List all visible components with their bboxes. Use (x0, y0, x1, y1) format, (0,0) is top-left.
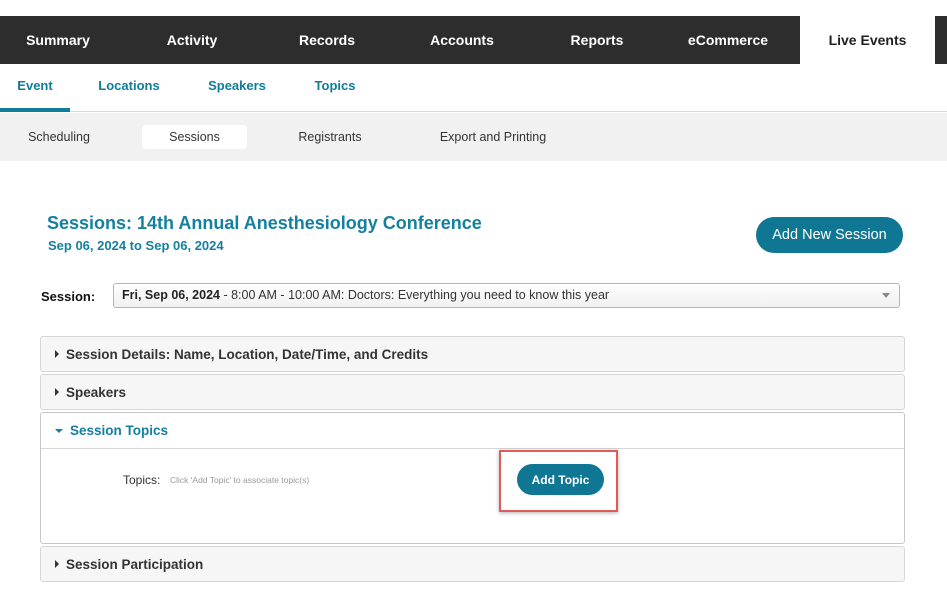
top-tab-records[interactable]: Records (268, 16, 386, 64)
top-tab-reports[interactable]: Reports (538, 16, 656, 64)
top-tab-summary[interactable]: Summary (0, 16, 116, 64)
session-select[interactable]: Fri, Sep 06, 2024 - 8:00 AM - 10:00 AM: … (113, 283, 900, 308)
panel-speakers-header[interactable]: Speakers (41, 375, 904, 409)
top-nav-edge (935, 16, 947, 64)
panel-session-details-header[interactable]: Session Details: Name, Location, Date/Ti… (41, 337, 904, 371)
caret-right-icon (55, 350, 59, 358)
panel-session-topics-header[interactable]: Session Topics (41, 413, 904, 449)
top-tab-ecommerce[interactable]: eCommerce (656, 16, 800, 64)
session-select-date: Fri, Sep 06, 2024 (122, 288, 220, 302)
top-tab-live-events[interactable]: Live Events (800, 16, 935, 64)
sub-tab-speakers[interactable]: Speakers (201, 64, 273, 112)
panel-title: Session Details: Name, Location, Date/Ti… (66, 346, 429, 362)
topics-label: Topics: (123, 473, 161, 487)
panel-title: Session Participation (66, 556, 204, 572)
panel-session-participation-header[interactable]: Session Participation (41, 547, 904, 581)
panel-session-details: Session Details: Name, Location, Date/Ti… (40, 336, 905, 372)
session-select-label: Session: (41, 289, 96, 304)
panel-session-topics: Session Topics Topics: Click 'Add Topic'… (40, 412, 905, 544)
tert-tab-sessions[interactable]: Sessions (142, 125, 247, 149)
tertiary-nav: Scheduling Sessions Registrants Export a… (0, 113, 947, 161)
sub-tab-event[interactable]: Event (0, 64, 70, 112)
tert-tab-registrants[interactable]: Registrants (285, 125, 375, 149)
top-tab-activity[interactable]: Activity (116, 16, 268, 64)
tert-tab-export-printing[interactable]: Export and Printing (428, 125, 558, 149)
session-select-details: - 8:00 AM - 10:00 AM: Doctors: Everythin… (219, 288, 610, 302)
sub-nav: Event Locations Speakers Topics (0, 64, 947, 112)
sub-tab-locations[interactable]: Locations (92, 64, 166, 112)
caret-down-icon (55, 428, 63, 433)
panel-speakers: Speakers (40, 374, 905, 410)
caret-right-icon (55, 388, 59, 396)
panel-title: Session Topics (70, 423, 169, 438)
top-nav: Summary Activity Records Accounts Report… (0, 16, 947, 64)
chevron-down-icon (882, 293, 890, 298)
sub-tab-topics[interactable]: Topics (306, 64, 364, 112)
event-date-range: Sep 06, 2024 to Sep 06, 2024 (48, 238, 224, 253)
tert-tab-scheduling[interactable]: Scheduling (16, 125, 102, 149)
panel-session-topics-body: Topics: Click 'Add Topic' to associate t… (41, 449, 904, 543)
add-topic-button[interactable]: Add Topic (517, 464, 604, 495)
add-new-session-button[interactable]: Add New Session (756, 217, 903, 253)
panel-session-participation: Session Participation (40, 546, 905, 582)
topics-hint: Click 'Add Topic' to associate topic(s) (170, 475, 310, 485)
panel-title: Speakers (66, 384, 127, 400)
page-title: Sessions: 14th Annual Anesthesiology Con… (47, 213, 482, 233)
top-tab-accounts[interactable]: Accounts (386, 16, 538, 64)
caret-right-icon (55, 560, 59, 568)
